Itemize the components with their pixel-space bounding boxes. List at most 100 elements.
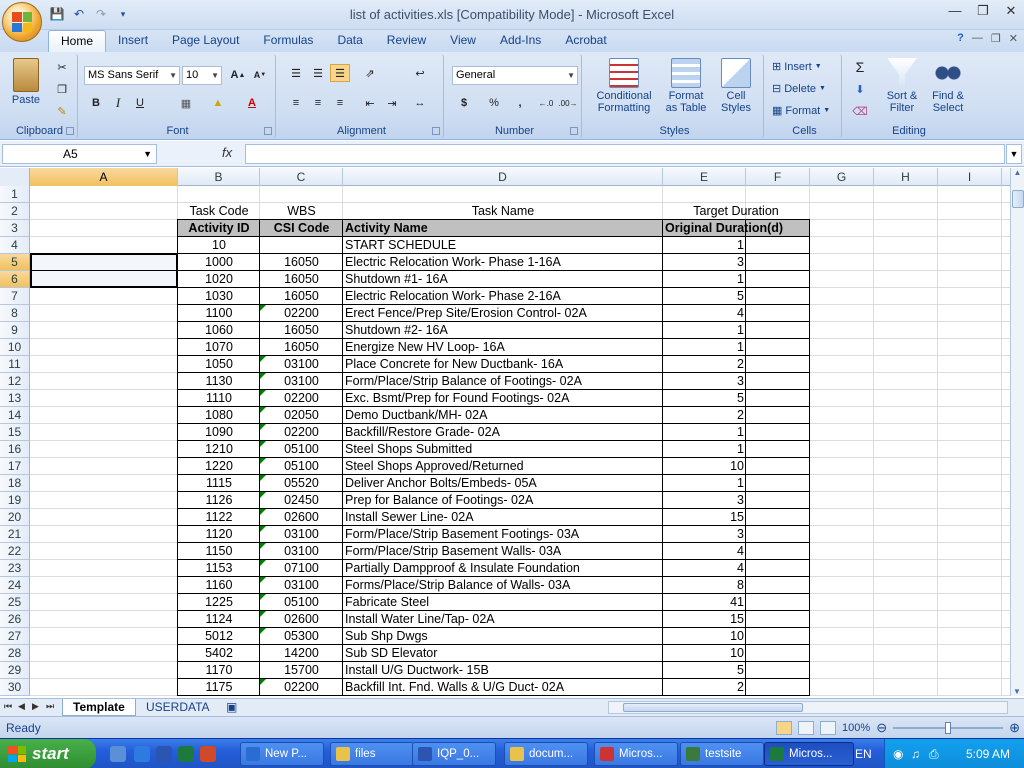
bold-button[interactable]: B [86,94,106,112]
horizontal-scrollbar[interactable] [608,701,1008,714]
align-center-icon[interactable]: ≡ [308,94,328,112]
error-indicator-icon[interactable] [260,390,266,396]
csi-code-cell[interactable]: 16050 [260,339,343,356]
increase-decimal-icon[interactable]: ←.0 [536,94,556,112]
error-indicator-icon[interactable] [260,373,266,379]
taskbar-item[interactable]: docum... [504,742,588,766]
activity-name-cell[interactable]: Shutdown #1- 16A [343,271,663,288]
align-bottom-icon[interactable]: ☰ [330,64,350,82]
tab-view[interactable]: View [438,30,488,52]
row-header[interactable]: 15 [0,424,30,441]
duration-cell[interactable]: 4 [663,560,746,577]
powerpoint-launch-icon[interactable] [200,746,216,762]
worksheet-grid[interactable]: ABCDEFGHI 1 2 3 4 5 6 7 8 9 10 11 12 13 14 15 16 17 18 19 2… [0,168,1010,696]
align-left-icon[interactable]: ≡ [286,94,306,112]
duration-cell[interactable]: 1 [663,322,746,339]
row-header[interactable]: 14 [0,407,30,424]
zoom-out-icon[interactable]: ⊖ [876,720,887,736]
row-header[interactable]: 18 [0,475,30,492]
sheet-tab-template[interactable]: Template [62,699,136,716]
activity-id-cell[interactable]: 1170 [178,662,260,679]
borders-icon[interactable]: ▦ [176,94,196,112]
header-activity-name[interactable]: Activity Name [343,220,663,237]
activity-name-cell[interactable]: Prep for Balance of Footings- 02A [343,492,663,509]
column-header-g[interactable]: G [810,168,874,186]
csi-code-cell[interactable]: 03100 [260,356,343,373]
activity-name-cell[interactable]: Form/Place/Strip Basement Footings- 03A [343,526,663,543]
row-header[interactable]: 2 [0,203,30,220]
csi-code-cell[interactable]: 07100 [260,560,343,577]
error-indicator-icon[interactable] [260,509,266,515]
duration-cell[interactable]: 10 [663,458,746,475]
error-indicator-icon[interactable] [260,492,266,498]
language-indicator[interactable]: EN [855,747,872,761]
italic-button[interactable]: I [108,94,128,112]
fill-color-icon[interactable]: ▲ [208,94,228,112]
row-header[interactable]: 16 [0,441,30,458]
csi-code-cell[interactable]: 15700 [260,662,343,679]
row-header[interactable]: 19 [0,492,30,509]
activity-id-cell[interactable]: 1210 [178,441,260,458]
duration-cell[interactable]: 3 [663,492,746,509]
currency-button[interactable]: $ [454,94,474,112]
activity-id-cell[interactable]: 1100 [178,305,260,322]
copy-icon[interactable]: ❐ [52,80,72,98]
csi-code-cell[interactable]: 05100 [260,458,343,475]
comma-button[interactable]: , [510,94,530,112]
csi-code-cell[interactable]: 03100 [260,543,343,560]
insert-sheet-icon[interactable]: ▣ [220,699,243,716]
zoom-slider[interactable] [893,722,1004,734]
duration-cell[interactable]: 10 [663,645,746,662]
page-layout-view-icon[interactable] [798,721,815,735]
header-original-duration[interactable]: Original Duration(d) [663,220,809,237]
csi-code-cell[interactable]: 02200 [260,390,343,407]
last-sheet-icon[interactable]: ⏭ [46,701,54,712]
csi-code-cell[interactable]: 05100 [260,594,343,611]
duration-cell[interactable]: 4 [663,305,746,322]
align-middle-icon[interactable]: ☰ [308,64,328,82]
activity-id-cell[interactable]: 5402 [178,645,260,662]
duration-cell[interactable]: 1 [663,237,746,254]
vertical-scrollbar[interactable]: ▲ ▼ [1010,168,1024,696]
taskbar-item[interactable]: Micros... [764,742,854,766]
workbook-minimize-icon[interactable]: — [972,32,983,45]
fill-icon[interactable]: ⬇ [850,80,870,98]
vertical-scroll-thumb[interactable] [1012,190,1024,208]
row-header[interactable]: 23 [0,560,30,577]
activity-name-cell[interactable]: Sub Shp Dwgs [343,628,663,645]
activity-name-cell[interactable]: Forms/Place/Strip Balance of Walls- 03A [343,577,663,594]
tab-page-layout[interactable]: Page Layout [160,30,251,52]
csi-code-cell[interactable]: 16050 [260,288,343,305]
column-header-i[interactable]: I [938,168,1002,186]
activity-id-cell[interactable]: 1060 [178,322,260,339]
activity-id-cell[interactable]: 1160 [178,577,260,594]
activity-name-cell[interactable]: Sub SD Elevator [343,645,663,662]
duration-cell[interactable]: 2 [663,679,746,696]
tab-insert[interactable]: Insert [106,30,160,52]
activity-name-cell[interactable]: Electric Relocation Work- Phase 2-16A [343,288,663,305]
header-csi-code[interactable]: CSI Code [260,220,343,237]
activity-name-cell[interactable]: Install Water Line/Tap- 02A [343,611,663,628]
sort-filter-button[interactable]: Sort & Filter [880,58,924,114]
csi-code-cell[interactable]: 03100 [260,577,343,594]
csi-code-cell[interactable]: 03100 [260,373,343,390]
csi-code-cell[interactable] [260,237,343,254]
csi-code-cell[interactable]: 16050 [260,271,343,288]
duration-cell[interactable]: 15 [663,509,746,526]
tray-network-icon[interactable]: ◉ [893,747,903,761]
align-right-icon[interactable]: ≡ [330,94,350,112]
taskbar-item[interactable]: New P... [240,742,324,766]
error-indicator-icon[interactable] [260,628,266,634]
activity-name-cell[interactable]: Fabricate Steel [343,594,663,611]
activity-id-cell[interactable]: 10 [178,237,260,254]
duration-cell[interactable]: 1 [663,271,746,288]
number-dialog-launcher[interactable] [570,127,578,135]
csi-code-cell[interactable]: 02450 [260,492,343,509]
name-box-dropdown-icon[interactable]: ▼ [143,145,152,163]
csi-code-cell[interactable]: 02200 [260,679,343,696]
duration-cell[interactable]: 3 [663,526,746,543]
row-header[interactable]: 9 [0,322,30,339]
csi-code-cell[interactable]: 02050 [260,407,343,424]
formula-input[interactable] [245,144,1005,164]
activity-name-cell[interactable]: Backfill Int. Fnd. Walls & U/G Duct- 02A [343,679,663,696]
